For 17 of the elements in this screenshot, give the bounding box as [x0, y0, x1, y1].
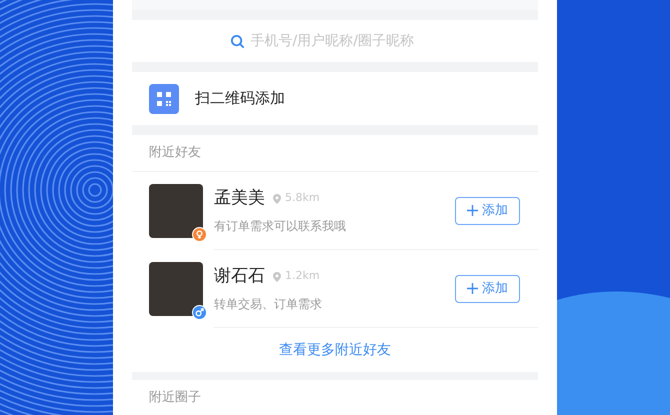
- friend-bio: 有订单需求可以联系我哦: [214, 218, 347, 236]
- search-icon: [230, 34, 244, 48]
- plus-icon: [467, 205, 478, 216]
- section-title: 附近圈子: [149, 388, 201, 407]
- location-pin-icon: [273, 194, 281, 204]
- scan-qr-label[interactable]: 扫二维码添加: [195, 87, 285, 110]
- friend-bio: 转单交易、订单需求: [214, 296, 323, 314]
- friend-name: 谢石石: [214, 264, 265, 288]
- friend-name: 孟美美: [214, 186, 265, 210]
- qr-code-icon: [149, 84, 179, 114]
- more-friends-link[interactable]: 查看更多附近好友: [279, 340, 391, 360]
- search-field[interactable]: 手机号/用户昵称/圈子昵称: [250, 30, 440, 52]
- plus-icon: [467, 283, 478, 294]
- add-friend-button[interactable]: 添加: [455, 196, 520, 224]
- add-friend-button[interactable]: 添加: [455, 274, 520, 302]
- section-title: 附近好友: [149, 144, 201, 162]
- location-pin-icon: [273, 272, 281, 282]
